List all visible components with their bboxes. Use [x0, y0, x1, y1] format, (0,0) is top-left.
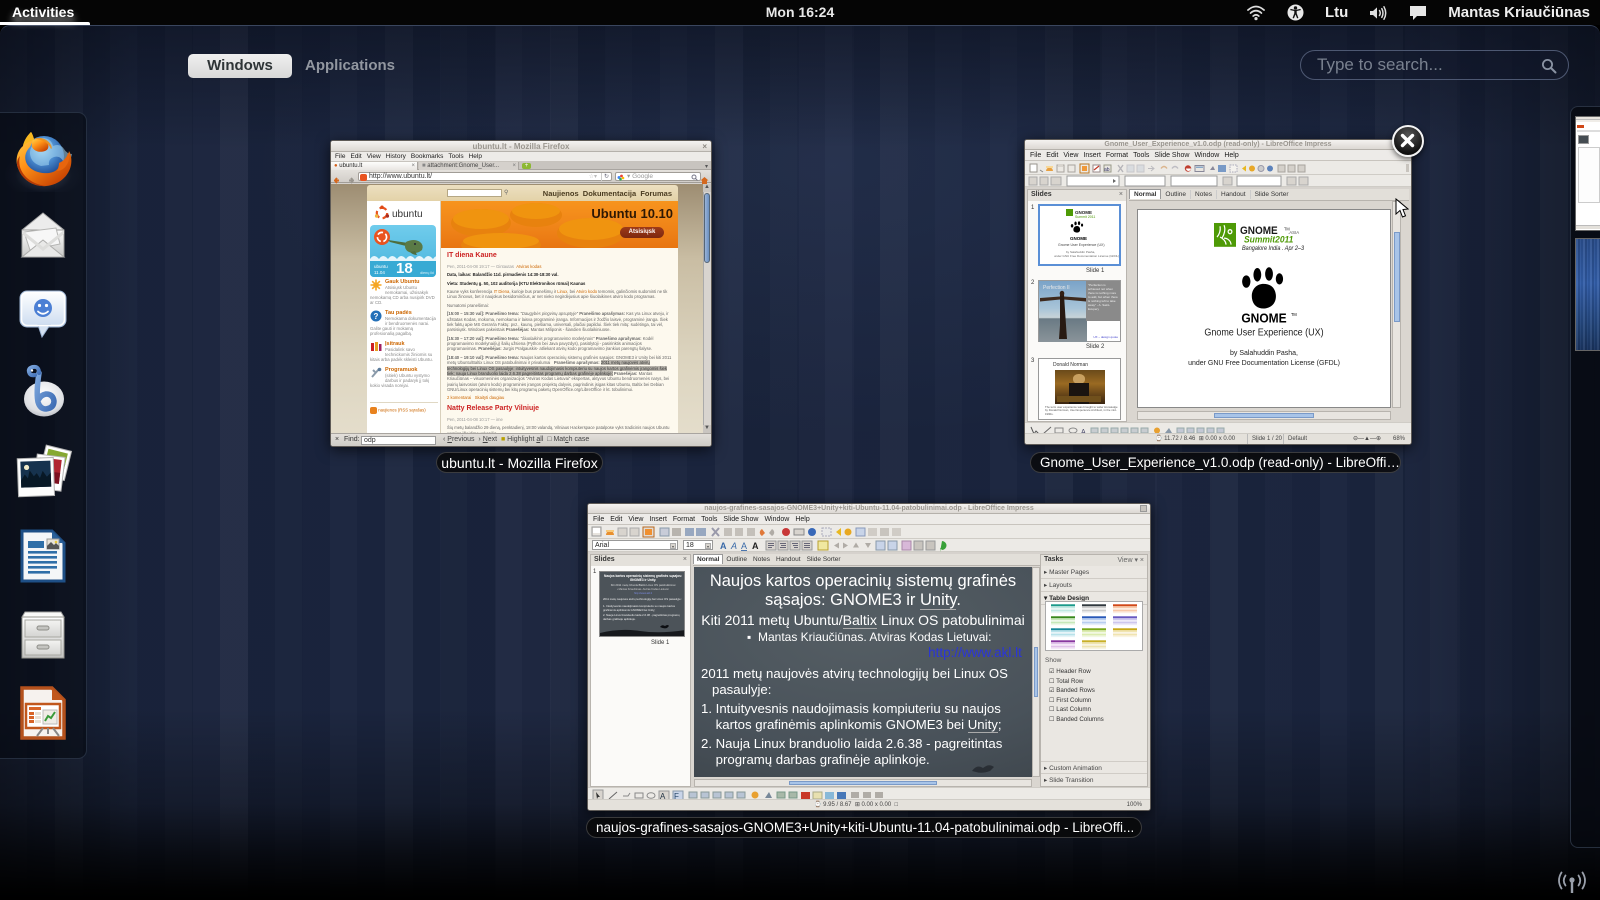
svg-text:A: A	[752, 541, 759, 551]
svg-text:A: A	[741, 541, 747, 551]
svg-text:under GNU Free Documentation L: under GNU Free Documentation License (GF…	[1188, 358, 1340, 367]
svg-text:TM: TM	[1291, 312, 1297, 317]
svg-text:Summit 2011: Summit 2011	[1075, 215, 1095, 219]
svg-text:ab: ab	[1104, 167, 1110, 173]
svg-text:GNOME: GNOME	[1070, 236, 1087, 241]
svg-text:A: A	[730, 541, 737, 551]
svg-text:A: A	[720, 541, 727, 551]
svg-text:Gnome User Experience (UX): Gnome User Experience (UX)	[1058, 243, 1105, 247]
svg-text:Gnome User Experience (UX): Gnome User Experience (UX)	[1204, 327, 1323, 337]
svg-text:by Salahuddin Pasha,: by Salahuddin Pasha,	[1230, 348, 1298, 357]
svg-text:Bangalore India . Apr 2–3: Bangalore India . Apr 2–3	[1242, 246, 1305, 252]
svg-text:under GNU Free Documentation L: under GNU Free Documentation License (GF…	[1054, 254, 1119, 258]
svg-text:ubuntu: ubuntu	[392, 209, 423, 220]
svg-text:Summit2011: Summit2011	[1244, 234, 1293, 244]
svg-text:GNOME: GNOME	[1241, 311, 1286, 326]
svg-text:?: ?	[374, 312, 379, 321]
